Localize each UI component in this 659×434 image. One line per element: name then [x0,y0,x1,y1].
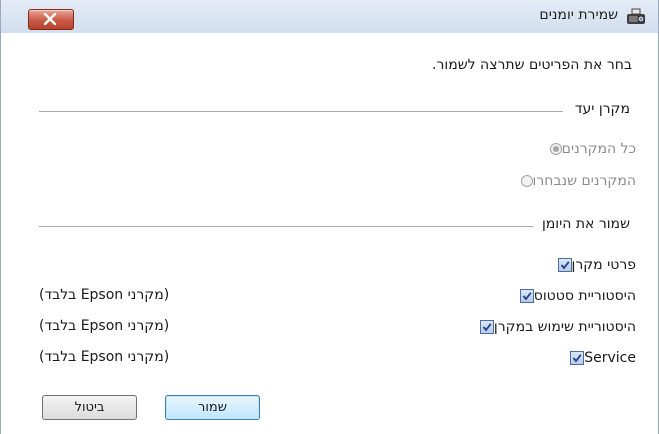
checkmark-icon [522,292,532,301]
radio-button[interactable] [520,175,533,187]
radio-selected-projectors[interactable]: המקרנים שנבחרו [515,171,636,191]
projector-icon [627,8,645,24]
radio-button-selected[interactable] [549,143,562,155]
intro-text: בחר את הפריטים שתרצה לשמור. [432,57,632,73]
checkbox-service-label: Service [584,350,636,366]
checkmark-icon [560,261,570,270]
radio-all-projectors-label: כל המקרנים [561,141,636,157]
checkbox-status-history-label: היסטוריית סטטוס [533,288,636,304]
checkbox-usage-history-label: היסטוריית שימוש במקרן [493,319,636,335]
dialog-content: בחר את הפריטים שתרצה לשמור. מקרן יעד כל … [1,33,658,434]
save-section-label: שמור את היומן [541,216,630,232]
cancel-button[interactable]: ביטול [42,395,137,420]
title-bar[interactable]: שמירת יומנים [1,0,658,34]
checkbox-projector-details[interactable]: פרטי מקרן [552,255,636,275]
save-logs-dialog: שמירת יומנים בחר את הפריטים שתרצה לשמור.… [0,0,659,434]
epson-only-note: (מקרני Epson בלבד) [39,318,170,334]
radio-selected-projectors-label: המקרנים שנבחרו [532,173,636,189]
checkbox[interactable] [519,289,534,303]
radio-all-projectors[interactable]: כל המקרנים [544,139,636,159]
target-section-divider [39,111,563,112]
window-title: שמירת יומנים [539,7,618,23]
checkbox-usage-history[interactable]: היסטוריית שימוש במקרן [474,317,636,337]
checkbox-status-history[interactable]: היסטוריית סטטוס [514,286,636,306]
checkbox-projector-details-label: פרטי מקרן [571,257,636,273]
epson-only-note: (מקרני Epson בלבד) [39,287,170,303]
close-button[interactable] [28,9,74,30]
checkbox[interactable] [479,320,494,334]
save-button[interactable]: שמור [165,395,260,420]
close-icon [43,13,57,25]
checkmark-icon [573,354,582,363]
checkbox[interactable] [570,351,585,365]
save-section-divider [39,226,533,227]
checkbox[interactable] [557,258,572,272]
target-section-label: מקרן יעד [574,101,630,117]
checkmark-icon [482,323,492,332]
epson-only-note: (מקרני Epson בלבד) [39,349,170,365]
checkbox-service[interactable]: Service [564,348,636,368]
